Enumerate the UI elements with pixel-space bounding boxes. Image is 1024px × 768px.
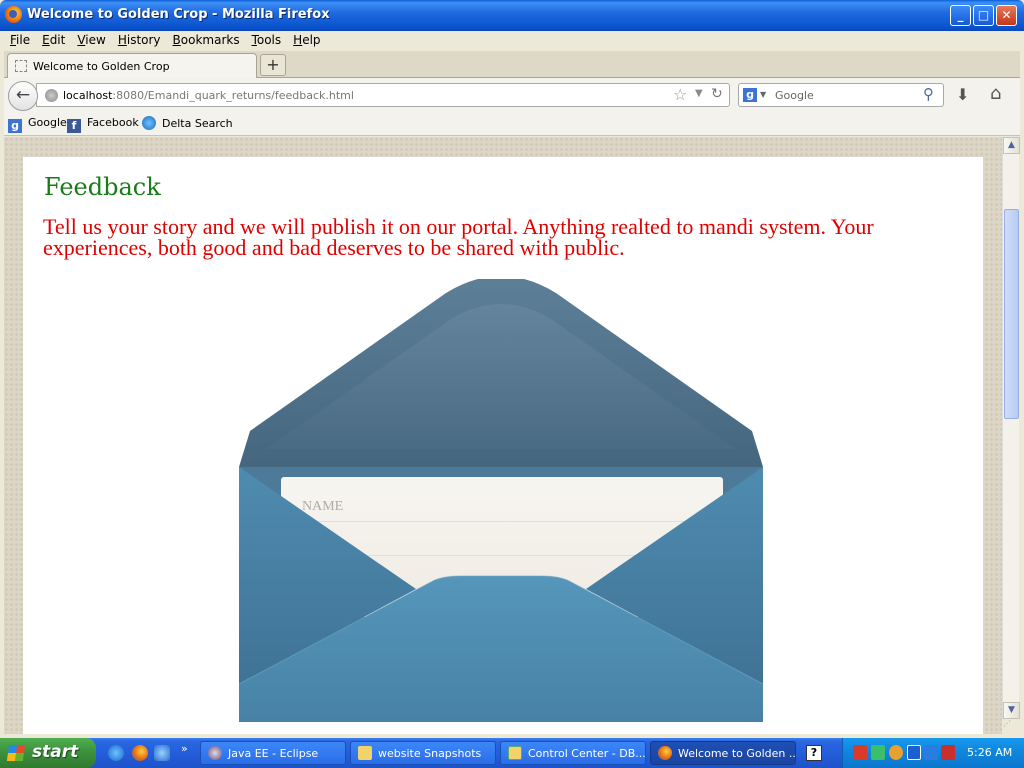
engine-dropdown-icon[interactable]: ▼ xyxy=(760,90,766,99)
menu-help[interactable]: Help xyxy=(287,31,326,47)
eclipse-icon xyxy=(208,746,222,760)
tray-security-icon[interactable] xyxy=(924,745,938,760)
task-label: Control Center - DB... xyxy=(528,747,646,760)
search-bar[interactable]: g ▼ Google ⚲ xyxy=(738,83,944,107)
menu-tools[interactable]: Tools xyxy=(246,31,288,47)
system-tray: 5:26 AM xyxy=(842,738,1024,768)
intro-text: Tell us your story and we will publish i… xyxy=(43,214,874,260)
start-button[interactable]: start xyxy=(0,738,96,768)
resize-grip-icon[interactable]: ⋰ xyxy=(1003,719,1018,733)
taskbar-button-snapshots[interactable]: website Snapshots xyxy=(350,741,496,765)
tab-title: Welcome to Golden Crop xyxy=(33,60,170,73)
tray-network-icon[interactable] xyxy=(889,745,903,760)
window-title-bar[interactable]: Welcome to Golden Crop - Mozilla Firefox… xyxy=(0,0,1024,31)
delta-search-icon xyxy=(142,116,156,130)
url-text: localhost:8080/Emandi_quark_returns/feed… xyxy=(63,89,354,102)
url-host: localhost xyxy=(63,89,113,102)
bookmarks-bar: g Google f Facebook Delta Search xyxy=(4,112,1020,136)
browser-quicklaunch-icon[interactable] xyxy=(154,745,170,761)
taskbar-button-control-center[interactable]: Control Center - DB... xyxy=(500,741,646,765)
tab-active[interactable]: Welcome to Golden Crop xyxy=(7,53,257,78)
bookmark-label: Facebook xyxy=(87,116,139,129)
page-viewport: Feedback Tell us your story and we will … xyxy=(4,137,1002,734)
bookmark-delta-search[interactable]: Delta Search xyxy=(142,116,233,130)
page-icon xyxy=(15,60,27,72)
tab-strip: Welcome to Golden Crop + xyxy=(4,51,1020,78)
envelope-front xyxy=(238,467,764,722)
taskbar-button-firefox[interactable]: Welcome to Golden ... xyxy=(650,741,796,765)
help-icon[interactable]: ? xyxy=(806,745,822,761)
home-icon[interactable]: ⌂ xyxy=(990,83,1001,104)
menu-view[interactable]: View xyxy=(71,31,111,47)
bookmark-label: Delta Search xyxy=(162,117,233,130)
navigation-bar: localhost:8080/Emandi_quark_returns/feed… xyxy=(4,78,1020,112)
bookmark-google[interactable]: g Google xyxy=(8,116,67,133)
facebook-icon: f xyxy=(67,119,81,133)
quicklaunch-more-icon[interactable]: » xyxy=(181,742,188,755)
firefox-icon xyxy=(5,6,22,23)
internet-explorer-icon[interactable] xyxy=(108,745,124,761)
new-tab-button[interactable]: + xyxy=(260,54,286,76)
tray-app-icon[interactable] xyxy=(853,745,867,760)
bookmark-star-icon[interactable]: ☆ xyxy=(673,85,687,104)
google-icon: g xyxy=(8,119,22,133)
google-engine-icon[interactable]: g xyxy=(743,88,757,102)
back-arrow-icon: ← xyxy=(15,85,31,105)
menu-bookmarks[interactable]: Bookmarks xyxy=(167,31,246,47)
close-button[interactable]: ✕ xyxy=(996,5,1017,26)
menu-history[interactable]: History xyxy=(112,31,167,47)
search-icon[interactable]: ⚲ xyxy=(923,85,934,103)
bookmark-label: Google xyxy=(28,116,67,129)
content-panel: Feedback Tell us your story and we will … xyxy=(23,157,983,734)
bookmark-facebook[interactable]: f Facebook xyxy=(67,116,139,133)
back-button[interactable]: ← xyxy=(8,81,38,111)
url-path: :8080/Emandi_quark_returns/feedback.html xyxy=(112,89,354,102)
minimize-button[interactable]: _ xyxy=(950,5,971,26)
page-title: Feedback xyxy=(44,173,161,201)
start-label: start xyxy=(32,742,79,762)
maximize-button[interactable]: □ xyxy=(973,5,994,26)
clock: 5:26 AM xyxy=(967,746,1013,759)
scroll-down-button[interactable]: ▼ xyxy=(1003,702,1020,719)
history-dropdown-icon[interactable]: ▼ xyxy=(695,88,703,99)
control-center-icon xyxy=(508,746,522,760)
windows-logo-icon xyxy=(6,745,26,761)
taskbar-button-eclipse[interactable]: Java EE - Eclipse xyxy=(200,741,346,765)
menu-bar: File Edit View History Bookmarks Tools Help xyxy=(4,31,1020,51)
task-label: Java EE - Eclipse xyxy=(228,747,319,760)
task-label: website Snapshots xyxy=(378,747,482,760)
tray-database-icon[interactable] xyxy=(871,745,885,760)
vertical-scrollbar[interactable]: ▲ ▼ xyxy=(1002,137,1020,719)
tray-monitor-icon[interactable] xyxy=(907,745,921,760)
tray-shield-icon[interactable] xyxy=(941,745,955,760)
scroll-thumb[interactable] xyxy=(1004,209,1019,419)
url-bar[interactable]: localhost:8080/Emandi_quark_returns/feed… xyxy=(36,83,730,107)
taskbar: start » Java EE - Eclipse website Snapsh… xyxy=(0,738,1024,768)
menu-file[interactable]: File xyxy=(4,31,36,47)
globe-icon xyxy=(45,89,58,102)
reload-icon[interactable]: ↻ xyxy=(711,86,723,102)
scroll-up-button[interactable]: ▲ xyxy=(1003,137,1020,154)
menu-edit[interactable]: Edit xyxy=(36,31,71,47)
search-placeholder: Google xyxy=(775,89,814,102)
task-label: Welcome to Golden ... xyxy=(678,747,796,760)
firefox-icon xyxy=(658,746,672,760)
firefox-quicklaunch-icon[interactable] xyxy=(132,745,148,761)
folder-icon xyxy=(358,746,372,760)
window-title: Welcome to Golden Crop - Mozilla Firefox xyxy=(27,7,330,22)
feedback-envelope: NAME xyxy=(236,279,766,724)
download-icon[interactable]: ⬇ xyxy=(956,85,969,104)
